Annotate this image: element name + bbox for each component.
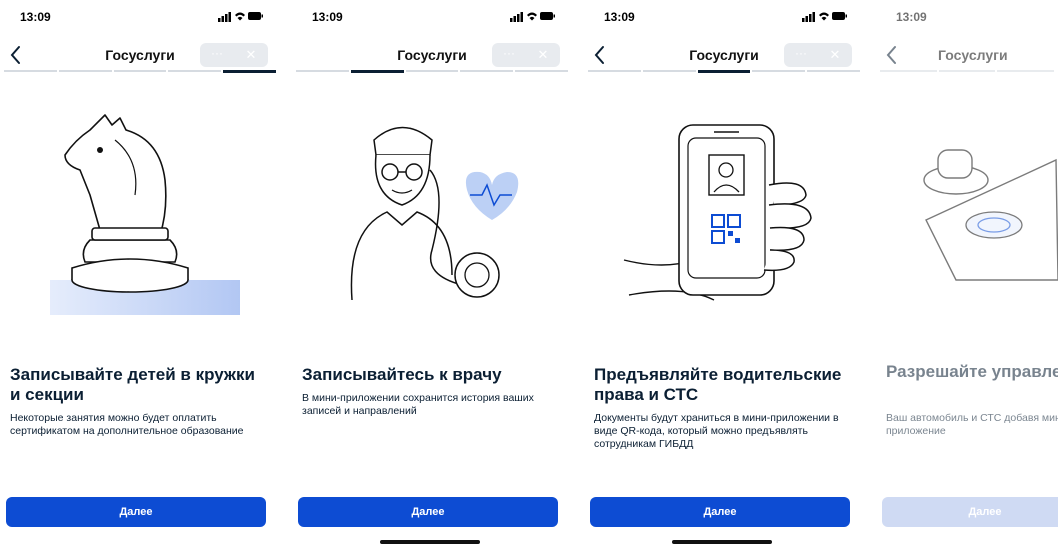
next-button[interactable]: Далее [882, 497, 1058, 527]
onboarding-screen-3: 13:09 Госуслуги ··· ✕ Предъявляйте водит… [584, 0, 864, 547]
close-icon[interactable]: ✕ [234, 43, 268, 67]
phone-qr-illustration [623, 124, 812, 301]
slide-description: Некоторые занятия можно будет оплатить с… [10, 412, 244, 437]
status-time: 13:09 [312, 10, 343, 24]
back-chevron-icon[interactable] [884, 44, 900, 66]
more-icon[interactable]: ··· [492, 43, 526, 67]
more-icon[interactable]: ··· [784, 43, 818, 67]
progress-segment [296, 70, 349, 72]
progress-segment [168, 70, 222, 72]
chess-knight-illustration [50, 114, 240, 315]
progress-segment [588, 70, 641, 72]
doctor-illustration [350, 126, 519, 301]
mini-app-capsule: ··· ✕ [492, 43, 560, 67]
progress-segment [113, 70, 167, 72]
slide-title: Записывайте детей в кружки и секции [10, 365, 255, 404]
progress-segment [58, 70, 112, 72]
more-icon[interactable]: ··· [200, 43, 234, 67]
progress-segment [938, 70, 996, 72]
next-button[interactable]: Далее [298, 497, 558, 527]
nav-bar: Госуслуги [876, 38, 1058, 70]
nav-bar: Госуслуги ··· ✕ [292, 38, 572, 70]
close-icon[interactable]: ✕ [526, 43, 560, 67]
progress-segment [997, 70, 1055, 72]
signal-wifi-battery-icon [510, 12, 555, 22]
slide-progress [296, 70, 568, 73]
progress-segment [460, 70, 514, 72]
progress-segment [880, 70, 937, 72]
status-bar: 13:09 [876, 0, 1058, 36]
slide-title: Предъявляйте водительские права и СТС [594, 365, 842, 404]
onboarding-screen-4: 13:09 Госуслуги Разрешайте управлен друг… [876, 0, 1058, 547]
status-time: 13:09 [20, 10, 51, 24]
slide-description: В мини-приложении сохранится история ваш… [302, 392, 534, 417]
slide-title: Разрешайте управлен другому водителю [886, 362, 1058, 381]
mini-app-capsule: ··· ✕ [200, 43, 268, 67]
progress-segment-active [350, 70, 404, 73]
slide-description: Ваш автомобиль и СТС добавя мини-приложе… [886, 412, 1058, 437]
status-time: 13:09 [896, 10, 927, 24]
home-indicator [380, 540, 480, 544]
progress-segment [807, 70, 860, 72]
onboarding-screen-1: 13:09 Госуслуги ··· ✕ Записывайте детей … [0, 0, 280, 547]
status-bar: 13:09 [584, 0, 864, 36]
slide-title: Записывайтесь к врачу [302, 365, 502, 384]
progress-segment [405, 70, 459, 72]
next-button[interactable]: Далее [6, 497, 266, 527]
nav-bar: Госуслуги ··· ✕ [584, 38, 864, 70]
progress-segment-active [223, 70, 276, 73]
stamp-illustration [923, 149, 1058, 281]
app-title: Госуслуги [938, 47, 1008, 63]
progress-segment [642, 70, 696, 72]
signal-wifi-battery-icon [218, 12, 263, 22]
mini-app-capsule: ··· ✕ [784, 43, 852, 67]
slide-progress [4, 70, 276, 73]
slide-description: Документы будут храниться в мини-приложе… [594, 412, 839, 450]
progress-segment [515, 70, 568, 72]
slide-progress [588, 70, 860, 73]
status-time: 13:09 [604, 10, 635, 24]
progress-segment-active [697, 70, 751, 73]
progress-segment [4, 70, 57, 72]
onboarding-screen-2: 13:09 Госуслуги ··· ✕ Записывайтесь к вр… [292, 0, 572, 547]
status-bar: 13:09 [0, 0, 280, 36]
home-indicator [672, 540, 772, 544]
next-button[interactable]: Далее [590, 497, 850, 527]
close-icon[interactable]: ✕ [818, 43, 852, 67]
progress-segment [752, 70, 806, 72]
nav-bar: Госуслуги ··· ✕ [0, 38, 280, 70]
status-bar: 13:09 [292, 0, 572, 36]
signal-wifi-battery-icon [802, 12, 847, 22]
slide-progress [880, 70, 1055, 73]
